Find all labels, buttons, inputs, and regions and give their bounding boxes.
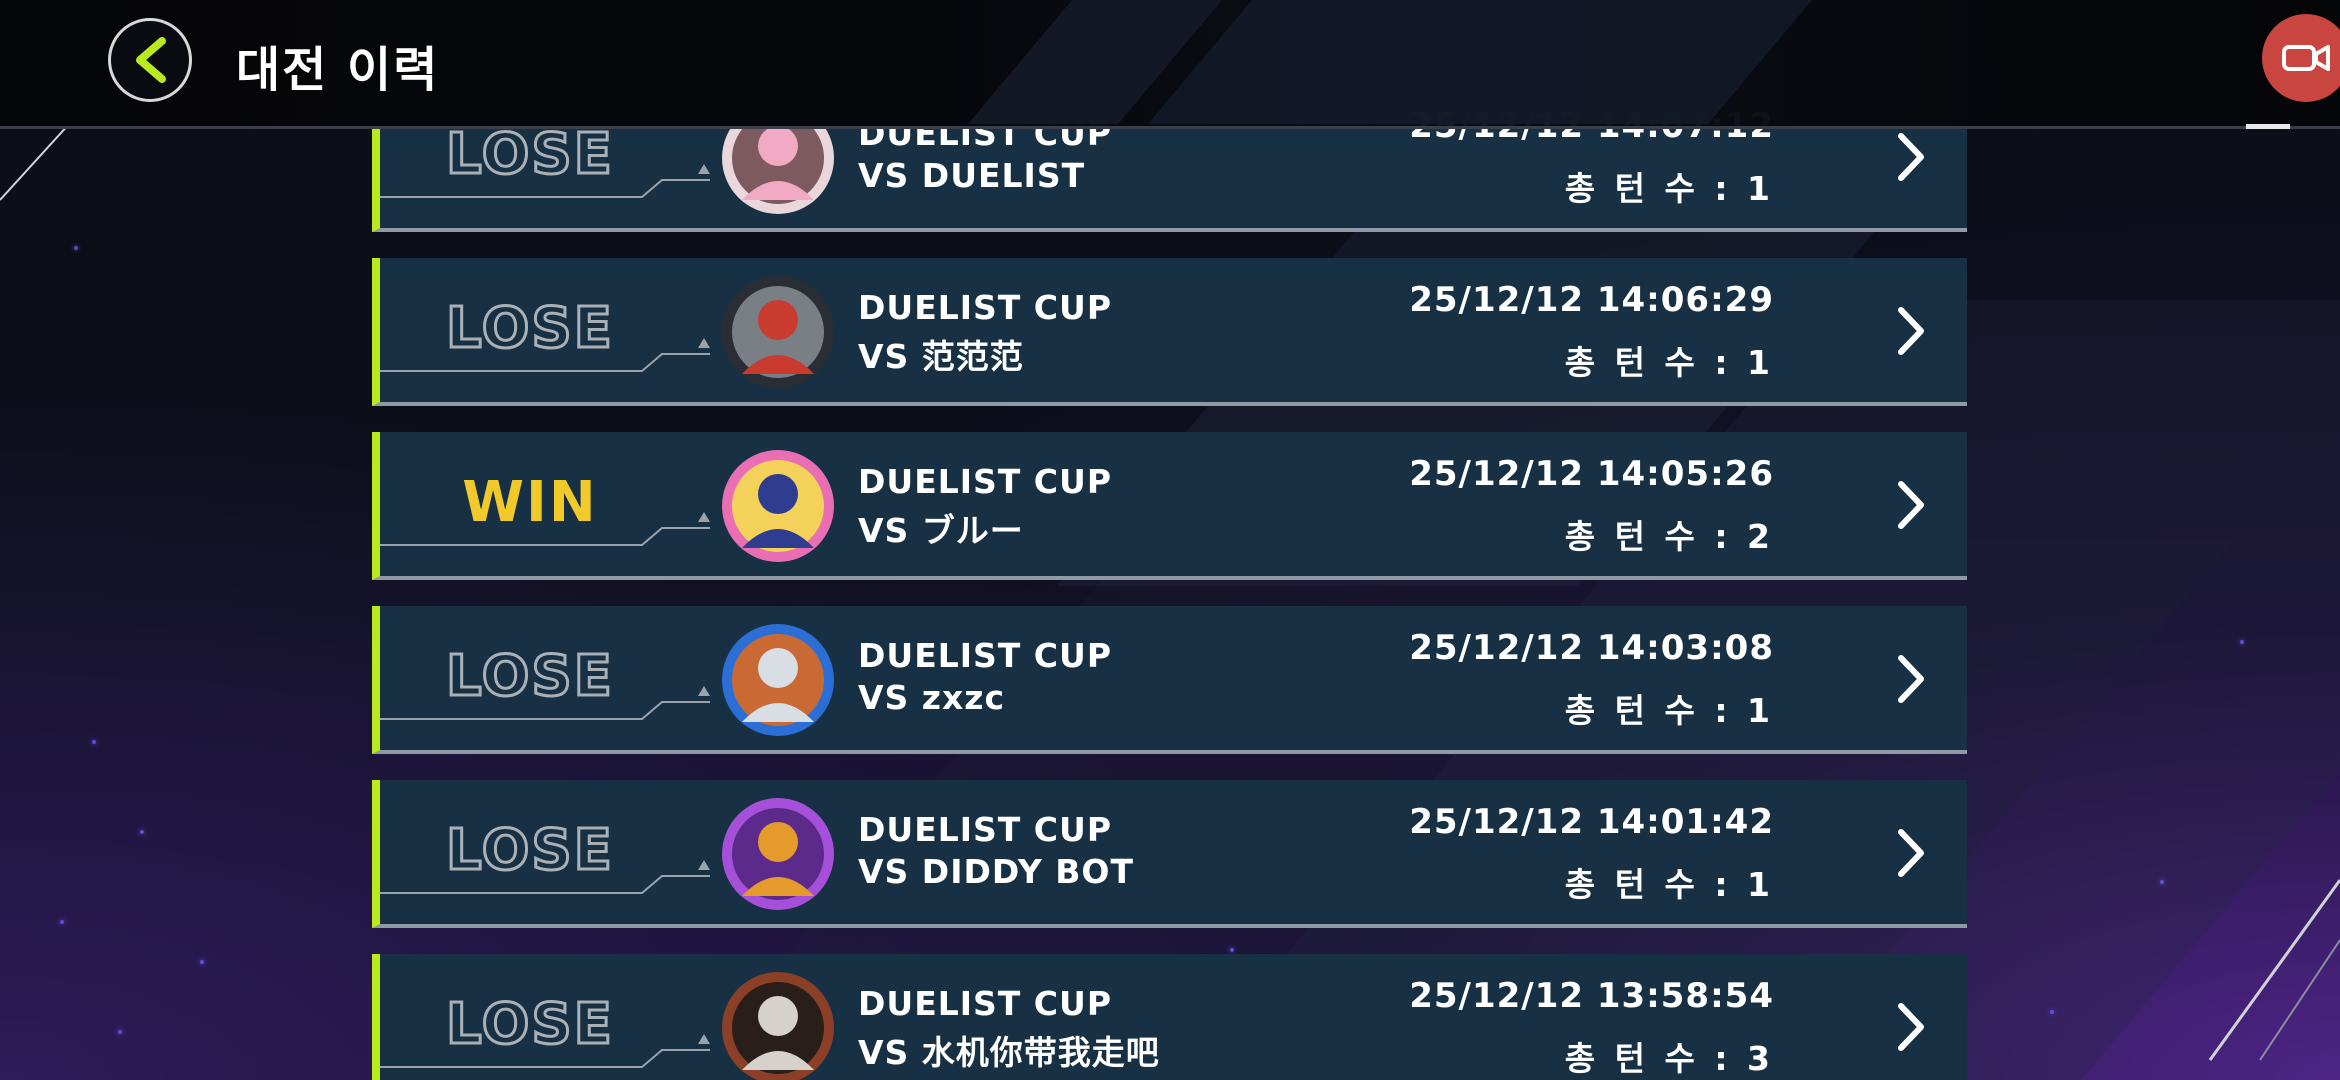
bg-particle [74,246,78,250]
result-label: WIN [462,470,598,535]
result-label: LOSE [445,991,614,1059]
event-name: DUELIST CUP [858,288,1113,327]
opponent-avatar-icon [722,276,834,388]
result-label: LOSE [445,817,614,885]
opponent-name: VS DIDDY BOT [858,852,1134,891]
bg-particle [2240,640,2244,644]
corner-decoration [2208,879,2340,1061]
opponent-avatar-icon [722,450,834,562]
bg-particle [118,1030,122,1034]
page-title: 대전 이력 [236,42,440,98]
result-label: LOSE [445,121,614,189]
match-timestamp: 25/12/12 13:58:54 [1409,976,1774,1016]
chevron-right-icon [1898,133,1924,181]
match-timestamp: 25/12/12 14:01:42 [1409,802,1774,842]
total-turns: 총 턴 수 : 1 [1564,169,1774,208]
header-indicator [2246,124,2290,129]
match-timestamp: 25/12/12 14:06:29 [1409,280,1774,320]
video-camera-icon [2282,45,2330,71]
opponent-name: VS 水机你带我走吧 [858,1033,1160,1072]
match-row[interactable]: WIN DUELIST CUP VS ブルー 25/12/12 14:05:26… [372,432,1967,580]
event-name: DUELIST CUP [858,462,1113,501]
opponent-name: VS ブルー [858,511,1024,550]
chevron-left-icon [136,37,166,83]
chevron-right-icon [1898,655,1924,703]
match-row[interactable]: LOSE DUELIST CUP VS DIDDY BOT 25/12/12 1… [372,780,1967,928]
bg-particle [1230,948,1234,952]
chevron-right-icon [1898,481,1924,529]
opponent-avatar-icon [722,972,834,1080]
result-label: LOSE [445,295,614,363]
match-row[interactable]: LOSE DUELIST CUP VS 水机你带我走吧 25/12/12 13:… [372,954,1967,1080]
chevron-right-icon [1898,307,1924,355]
opponent-name: VS 范范范 [858,337,1024,376]
chevron-right-icon [1898,1003,1924,1051]
total-turns: 총 턴 수 : 1 [1564,865,1774,904]
opponent-avatar-icon [722,624,834,736]
match-timestamp: 25/12/12 14:03:08 [1409,628,1774,668]
match-row[interactable]: LOSE DUELIST CUP VS 范范范 25/12/12 14:06:2… [372,258,1967,406]
record-button[interactable] [2262,14,2340,102]
bg-particle [60,920,64,924]
battle-history-screen: LOSE DUELIST CUP VS DUELIST 25/12/12 14:… [0,0,2340,1080]
total-turns: 총 턴 수 : 1 [1564,343,1774,382]
opponent-name: VS DUELIST [858,156,1086,195]
result-label: LOSE [445,643,614,711]
bg-particle [140,830,144,834]
top-bar: 대전 이력 [0,0,2340,129]
event-name: DUELIST CUP [858,984,1113,1023]
opponent-name: VS zxzc [858,678,1006,717]
event-name: DUELIST CUP [858,636,1113,675]
bg-particle [200,960,204,964]
total-turns: 총 턴 수 : 3 [1564,1039,1774,1078]
bg-particle [2160,880,2164,884]
opponent-avatar-icon [722,798,834,910]
total-turns: 총 턴 수 : 1 [1564,691,1774,730]
match-timestamp: 25/12/12 14:05:26 [1409,454,1774,494]
chevron-right-icon [1898,829,1924,877]
bg-particle [92,740,96,744]
match-row[interactable]: LOSE DUELIST CUP VS zxzc 25/12/12 14:03:… [372,606,1967,754]
header-stripe [1147,0,1813,124]
total-turns: 총 턴 수 : 2 [1564,517,1774,556]
back-button[interactable] [108,18,192,102]
event-name: DUELIST CUP [858,810,1113,849]
bg-particle [2050,1010,2054,1014]
